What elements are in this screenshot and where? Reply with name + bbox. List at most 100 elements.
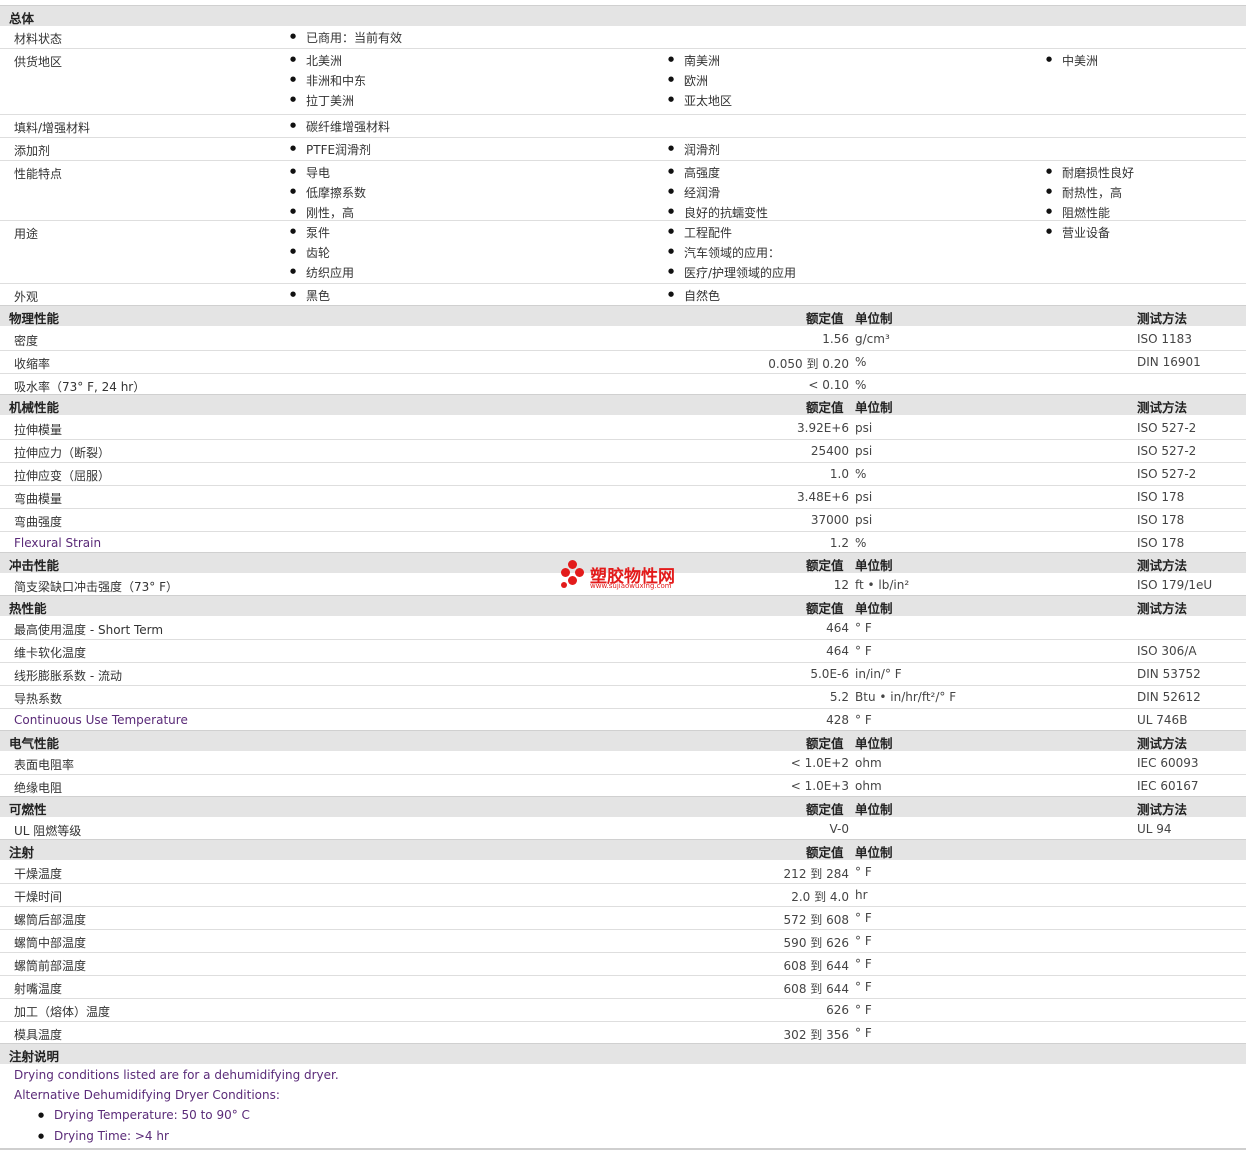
- property-name: 弯曲模量: [14, 492, 63, 506]
- unit-value: ° F: [855, 911, 872, 925]
- physical-title: 物理性能: [9, 311, 60, 326]
- nominal-value: V-0: [829, 822, 849, 836]
- property-name: 绝缘电阻: [14, 781, 63, 795]
- test-method-value: ISO 179/1eU: [1137, 578, 1213, 592]
- property-label: 螺筒中部温度: [14, 934, 86, 951]
- supply-region-item: 欧洲: [668, 72, 708, 89]
- mechanical-header: 机械性能 额定值 单位制 测试方法: [0, 394, 1246, 415]
- property-label[interactable]: Flexural Strain: [14, 536, 101, 550]
- nominal-value: 37000: [810, 513, 849, 527]
- test-method-value: ISO 527-2: [1137, 444, 1197, 458]
- nominal-value: 464: [826, 644, 849, 658]
- additive-value-ptfe[interactable]: PTFE润滑剂: [290, 141, 371, 158]
- unit-value: %: [855, 355, 867, 369]
- injection-row: 螺筒中部温度 590 到 626 ° F: [0, 929, 1246, 953]
- injection-row: 螺筒前部温度 608 到 644 ° F: [0, 952, 1246, 976]
- test-method-header: 测试方法: [1137, 400, 1188, 415]
- appearance-row: 外观 黑色 自然色: [0, 283, 1246, 306]
- filler-row-label: 填料/增强材料: [14, 121, 91, 135]
- use-item: 医疗/护理领域的应用: [668, 264, 796, 281]
- property-name: 简支梁缺口冲击强度（73° F）: [14, 580, 178, 594]
- injection-notes-body: Drying conditions listed are for a dehum…: [0, 1063, 1246, 1150]
- feature-item: 良好的抗蠕变性: [668, 204, 768, 221]
- supply-region-item: 中美洲: [1046, 52, 1098, 69]
- property-label: 弯曲强度: [14, 513, 62, 530]
- unit-value: ° F: [855, 1026, 872, 1040]
- unit-value: ° F: [855, 957, 872, 971]
- property-name[interactable]: Continuous Use Temperature: [14, 713, 188, 727]
- mechanical-row: 拉伸应变（屈服） 1.0% ISO 527-2: [0, 462, 1246, 486]
- property-name: 干燥时间: [14, 890, 63, 904]
- nominal-header: 额定值: [806, 802, 844, 817]
- electrical-header: 电气性能 额定值 单位制 测试方法: [0, 730, 1246, 751]
- nominal-value: 3.48E+6: [797, 490, 849, 504]
- physical-header: 物理性能 额定值 单位制 测试方法: [0, 305, 1246, 326]
- property-name: 干燥温度: [14, 867, 63, 881]
- note-bullet: Drying Temperature: 50 to 90° C: [38, 1108, 250, 1122]
- nominal-value: 3.92E+6: [797, 421, 849, 435]
- injection-row: 螺筒后部温度 572 到 608 ° F: [0, 906, 1246, 930]
- nominal-value: 5.2: [829, 690, 849, 704]
- property-label: 维卡软化温度: [14, 644, 86, 661]
- flammability-row: UL 阻燃等级 V-0 UL 94: [0, 817, 1246, 840]
- watermark-dots-icon: [560, 558, 590, 592]
- injection-row: 加工（熔体）温度 626 ° F: [0, 998, 1246, 1022]
- thermal-row: 维卡软化温度 464 ° F ISO 306/A: [0, 639, 1246, 663]
- feature-item: 高强度: [668, 164, 720, 181]
- property-label: 螺筒后部温度: [14, 911, 86, 928]
- nominal-header: 额定值: [806, 736, 844, 751]
- property-name: 吸水率（73° F, 24 hr）: [14, 380, 146, 394]
- flammability-title: 可燃性: [9, 802, 47, 817]
- nominal-value: 2.0 到 4.0: [791, 890, 849, 904]
- property-label: UL 阻燃等级: [14, 822, 81, 839]
- property-label: 线形膨胀系数 - 流动: [14, 667, 122, 684]
- supply-region-row-label: 供货地区: [14, 55, 63, 69]
- property-name: 螺筒后部温度: [14, 913, 87, 927]
- supply-region-item: 拉丁美洲: [290, 92, 354, 109]
- unit-value: ° F: [855, 621, 872, 635]
- unit-value: ° F: [855, 713, 872, 727]
- property-qualifier: - Short Term: [86, 623, 164, 637]
- property-name: 密度: [14, 334, 39, 348]
- property-name: UL 阻燃等级: [14, 824, 82, 838]
- property-label[interactable]: Continuous Use Temperature: [14, 713, 188, 727]
- note-line: Drying conditions listed are for a dehum…: [14, 1068, 339, 1082]
- additive-row-label: 添加剂: [14, 144, 51, 158]
- property-qualifier: - 流动: [86, 669, 122, 683]
- supply-region-item: 非洲和中东: [290, 72, 366, 89]
- thermal-header: 热性能 额定值 单位制 测试方法: [0, 595, 1246, 616]
- test-method-value: DIN 16901: [1137, 355, 1201, 369]
- nominal-value: 1.0: [829, 467, 849, 481]
- property-name: 拉伸应变（屈服）: [14, 469, 111, 483]
- features-row: 性能特点 导电低摩擦系数刚性，高 高强度经润滑良好的抗蠕变性 耐磨损性良好耐热性，高阻…: [0, 160, 1246, 221]
- unit-header: 单位制: [855, 802, 893, 817]
- nominal-value: 608 到 644: [783, 959, 849, 973]
- property-label: 最高使用温度 - Short Term: [14, 621, 163, 638]
- property-label: 拉伸模量: [14, 421, 62, 438]
- use-item: 泵件: [290, 224, 330, 241]
- injection-row: 干燥时间 2.0 到 4.0 hr: [0, 883, 1246, 907]
- material-status-value: 已商用：当前有效: [290, 29, 402, 46]
- injection-row: 射嘴温度 608 到 644 ° F: [0, 975, 1246, 999]
- unit-value: Btu • in/hr/ft²/° F: [855, 690, 957, 704]
- injection-notes-header: 注射说明: [0, 1043, 1246, 1064]
- unit-header: 单位制: [855, 736, 893, 751]
- thermal-row: 最高使用温度 - Short Term 464 ° F: [0, 616, 1246, 640]
- property-label: 加工（熔体）温度: [14, 1003, 110, 1020]
- property-label: 干燥温度: [14, 865, 62, 882]
- feature-item: 导电: [290, 164, 330, 181]
- property-name[interactable]: Flexural Strain: [14, 536, 101, 550]
- unit-value: ° F: [855, 644, 872, 658]
- unit-value: ohm: [855, 756, 882, 770]
- nominal-header: 额定值: [806, 601, 844, 616]
- unit-value: psi: [855, 421, 873, 435]
- property-name: 最高使用温度: [14, 623, 87, 637]
- supply-region-item: 北美洲: [290, 52, 342, 69]
- property-label: 密度: [14, 332, 38, 349]
- unit-value: %: [855, 378, 867, 392]
- additive-row: 添加剂 PTFE润滑剂 润滑剂: [0, 137, 1246, 161]
- features-row-label: 性能特点: [14, 167, 63, 181]
- nominal-value: 1.2: [829, 536, 849, 550]
- thermal-row: 导热系数 5.2 Btu • in/hr/ft²/° F DIN 52612: [0, 685, 1246, 709]
- property-name: 拉伸模量: [14, 423, 63, 437]
